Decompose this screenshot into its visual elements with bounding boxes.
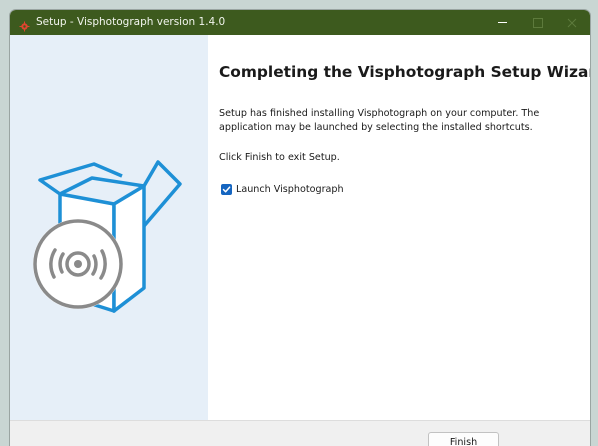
minimize-button[interactable] (484, 10, 520, 35)
page-title: Completing the Visphotograph Setup Wizar… (219, 63, 590, 81)
side-panel (10, 35, 208, 420)
maximize-button[interactable] (520, 10, 556, 35)
maximize-icon (533, 17, 543, 28)
window-title: Setup - Visphotograph version 1.4.0 (36, 16, 226, 28)
disc-icon (33, 219, 123, 309)
finished-message: Setup has finished installing Visphotogr… (219, 108, 540, 133)
installer-icon (19, 17, 30, 32)
close-button[interactable] (554, 10, 590, 35)
launch-checkbox-row[interactable]: Launch Visphotograph (221, 184, 344, 195)
main-content: Completing the Visphotograph Setup Wizar… (208, 35, 590, 420)
finish-button[interactable]: Finish (428, 432, 499, 446)
software-box-icon (33, 160, 182, 313)
close-icon (567, 18, 577, 27)
button-bar: Finish (10, 420, 590, 446)
checkmark-icon (222, 186, 231, 193)
exit-instruction: Click Finish to exit Setup. (219, 152, 340, 163)
setup-window: Setup - Visphotograph version 1.4.0 Comp… (10, 10, 590, 446)
title-bar[interactable]: Setup - Visphotograph version 1.4.0 (10, 10, 590, 35)
minimize-icon (497, 21, 507, 24)
launch-checkbox[interactable] (221, 184, 232, 195)
launch-checkbox-label[interactable]: Launch Visphotograph (236, 184, 344, 195)
